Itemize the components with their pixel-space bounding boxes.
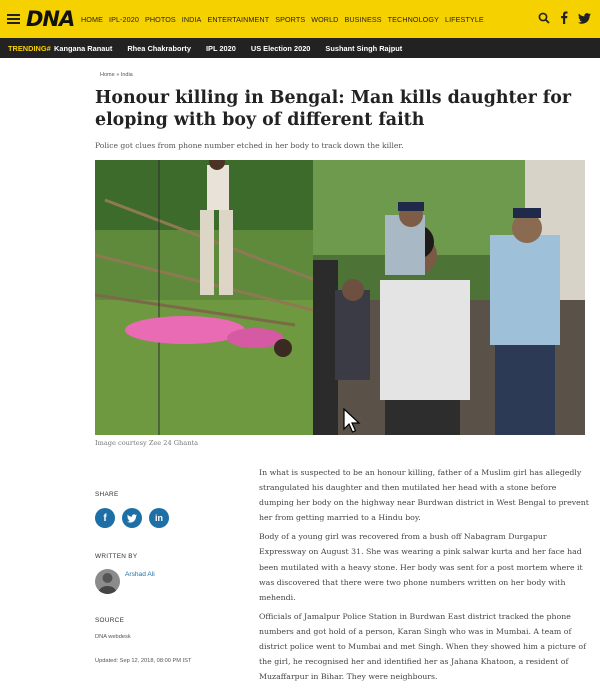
facebook-icon: f bbox=[103, 512, 107, 524]
article-title: Honour killing in Bengal: Man kills daug… bbox=[95, 88, 572, 130]
trending-item[interactable]: Sushant Singh Rajput bbox=[325, 44, 402, 53]
facebook-icon[interactable] bbox=[560, 11, 568, 29]
top-navbar: DNA HOME IPL-2020 PHOTOS INDIA ENTERTAIN… bbox=[0, 0, 600, 38]
mouse-cursor-icon bbox=[343, 408, 361, 433]
nav-technology[interactable]: TECHNOLOGY bbox=[388, 15, 439, 24]
nav-sports[interactable]: SPORTS bbox=[275, 15, 305, 24]
facebook-share-button[interactable]: f bbox=[95, 508, 115, 528]
trending-label: TRENDING# bbox=[8, 44, 51, 53]
search-icon[interactable] bbox=[538, 11, 550, 29]
nav-photos[interactable]: PHOTOS bbox=[145, 15, 176, 24]
article-body: In what is suspected to be an honour kil… bbox=[259, 465, 589, 688]
image-caption: Image courtesy Zee 24 Ghanta bbox=[95, 439, 199, 447]
source-value: DNA webdesk bbox=[95, 634, 131, 640]
twitter-icon[interactable] bbox=[578, 11, 591, 29]
twitter-icon bbox=[127, 513, 137, 523]
nav-lifestyle[interactable]: LIFESTYLE bbox=[445, 15, 484, 24]
menu-icon[interactable] bbox=[7, 14, 20, 24]
share-buttons: f in bbox=[95, 508, 169, 528]
article-subtitle: Police got clues from phone number etche… bbox=[95, 141, 404, 150]
breadcrumb: Home » India bbox=[100, 72, 133, 78]
article-paragraph: Body of a young girl was recovered from … bbox=[259, 532, 583, 602]
written-by-label: WRITTEN BY bbox=[95, 553, 138, 560]
source-label: SOURCE bbox=[95, 617, 125, 624]
trending-item[interactable]: Rhea Chakraborty bbox=[127, 44, 191, 53]
author-avatar[interactable] bbox=[95, 569, 120, 594]
breadcrumb-india[interactable]: India bbox=[121, 72, 133, 78]
author-name[interactable]: Arshad Ali bbox=[125, 571, 155, 578]
site-logo[interactable]: DNA bbox=[26, 7, 75, 31]
trending-item[interactable]: Kangana Ranaut bbox=[54, 44, 112, 53]
updated-timestamp: Updated: Sep 12, 2018, 08:00 PM IST bbox=[95, 658, 192, 664]
twitter-share-button[interactable] bbox=[122, 508, 142, 528]
nav-home[interactable]: HOME bbox=[81, 15, 103, 24]
trending-bar: TRENDING# Kangana Ranaut Rhea Chakrabort… bbox=[0, 38, 600, 58]
nav-business[interactable]: BUSINESS bbox=[344, 15, 381, 24]
nav-entertainment[interactable]: ENTERTAINMENT bbox=[207, 15, 269, 24]
trending-item[interactable]: IPL 2020 bbox=[206, 44, 236, 53]
main-nav: HOME IPL-2020 PHOTOS INDIA ENTERTAINMENT… bbox=[81, 15, 484, 24]
article-paragraph: In what is suspected to be an honour kil… bbox=[259, 468, 589, 523]
share-label: SHARE bbox=[95, 491, 119, 498]
breadcrumb-home[interactable]: Home bbox=[100, 72, 115, 78]
trending-item[interactable]: US Election 2020 bbox=[251, 44, 311, 53]
breadcrumb-separator: » bbox=[116, 72, 120, 78]
nav-world[interactable]: WORLD bbox=[311, 15, 338, 24]
article-hero-image bbox=[95, 160, 585, 435]
header-icons bbox=[538, 11, 591, 29]
nav-india[interactable]: INDIA bbox=[182, 15, 202, 24]
article-paragraph: Officials of Jamalpur Police Station in … bbox=[259, 611, 586, 682]
trending-items: Kangana Ranaut Rhea Chakraborty IPL 2020… bbox=[54, 44, 402, 53]
linkedin-share-button[interactable]: in bbox=[149, 508, 169, 528]
linkedin-icon: in bbox=[155, 513, 163, 523]
nav-ipl-2020[interactable]: IPL-2020 bbox=[109, 15, 139, 24]
